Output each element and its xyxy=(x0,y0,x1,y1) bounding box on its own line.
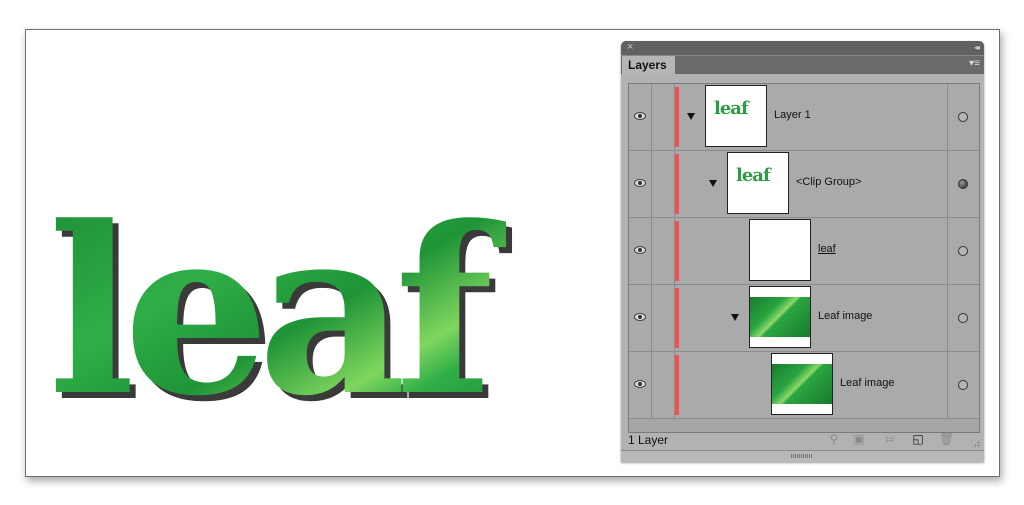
lock-toggle[interactable] xyxy=(652,151,675,217)
target-column xyxy=(947,84,979,150)
layer-count: 1 Layer xyxy=(628,433,669,447)
expand-triangle-icon[interactable] xyxy=(709,180,717,187)
layer-color-bar xyxy=(675,288,679,348)
target-column xyxy=(947,151,979,217)
target-circle-icon[interactable] xyxy=(958,380,968,390)
target-circle-icon[interactable] xyxy=(958,313,968,323)
layer-thumbnail xyxy=(771,353,833,415)
visibility-toggle[interactable] xyxy=(629,84,652,150)
layer-list: leaf Layer 1 leaf <Clip Group> leaf Leaf… xyxy=(628,83,980,433)
lock-toggle[interactable] xyxy=(652,285,675,351)
delete-icon[interactable]: 🗑 xyxy=(939,432,954,446)
target-column xyxy=(947,285,979,351)
layer-thumbnail: leaf xyxy=(705,85,767,147)
lock-toggle[interactable] xyxy=(652,84,675,150)
layer-row-clip-group[interactable]: leaf <Clip Group> xyxy=(629,151,979,218)
panel-body: leaf Layer 1 leaf <Clip Group> leaf Leaf… xyxy=(621,74,984,462)
layer-row-leaf-image[interactable]: Leaf image xyxy=(629,285,979,352)
layer-color-bar xyxy=(675,221,679,281)
layer-row-layer-1[interactable]: leaf Layer 1 xyxy=(629,84,979,151)
visibility-toggle[interactable] xyxy=(629,352,652,418)
layer-name[interactable]: leaf xyxy=(818,243,836,255)
visibility-toggle[interactable] xyxy=(629,285,652,351)
layer-thumbnail xyxy=(749,286,811,348)
eye-icon xyxy=(634,380,646,388)
layer-name[interactable]: Layer 1 xyxy=(774,109,811,121)
eye-icon xyxy=(634,112,646,120)
layer-row-leaf[interactable]: leaf xyxy=(629,218,979,285)
layer-name[interactable]: <Clip Group> xyxy=(796,176,861,188)
target-column xyxy=(947,218,979,284)
leaf-artwork[interactable]: leaf leaf xyxy=(44,180,564,420)
panel-grip[interactable] xyxy=(621,450,984,462)
eye-icon xyxy=(634,179,646,187)
make-clipping-mask-icon[interactable]: ▣ xyxy=(852,432,866,446)
visibility-toggle[interactable] xyxy=(629,151,652,217)
layer-color-bar xyxy=(675,154,679,214)
layer-color-bar xyxy=(675,355,679,415)
search-icon[interactable]: ⚲ xyxy=(827,432,841,446)
panel-footer: 1 Layer ⚲ ▣ ⇰ ◱ 🗑 xyxy=(621,426,984,450)
target-circle-icon[interactable] xyxy=(958,246,968,256)
lock-toggle[interactable] xyxy=(652,218,675,284)
eye-icon xyxy=(634,313,646,321)
layer-thumbnail: leaf xyxy=(727,152,789,214)
layer-name[interactable]: Leaf image xyxy=(840,377,894,389)
close-icon[interactable]: × xyxy=(627,41,633,54)
layers-panel: × ◂◂ Layers ▾≡ leaf Layer 1 leaf <Clip G… xyxy=(621,41,984,462)
tab-bar: Layers ▾≡ xyxy=(621,55,984,75)
expand-triangle-icon[interactable] xyxy=(731,314,739,321)
layer-color-bar xyxy=(675,87,679,147)
new-sublayer-icon[interactable]: ◱ xyxy=(911,432,925,446)
target-circle-filled-icon[interactable] xyxy=(958,179,968,189)
target-circle-icon[interactable] xyxy=(958,112,968,122)
layer-name[interactable]: Leaf image xyxy=(818,310,872,322)
visibility-toggle[interactable] xyxy=(629,218,652,284)
leaf-text: leaf xyxy=(48,180,507,420)
tab-layers[interactable]: Layers xyxy=(622,56,675,75)
layer-row-leaf-image-sub[interactable]: Leaf image xyxy=(629,352,979,419)
expand-triangle-icon[interactable] xyxy=(687,113,695,120)
panel-menu-icon[interactable]: ▾≡ xyxy=(969,58,980,69)
panel-titlebar[interactable]: × ◂◂ xyxy=(621,41,984,55)
layer-thumbnail xyxy=(749,219,811,281)
move-to-layer-icon[interactable]: ⇰ xyxy=(883,432,897,446)
target-column xyxy=(947,352,979,418)
collapse-icon[interactable]: ◂◂ xyxy=(974,41,980,55)
lock-toggle[interactable] xyxy=(652,352,675,418)
eye-icon xyxy=(634,246,646,254)
